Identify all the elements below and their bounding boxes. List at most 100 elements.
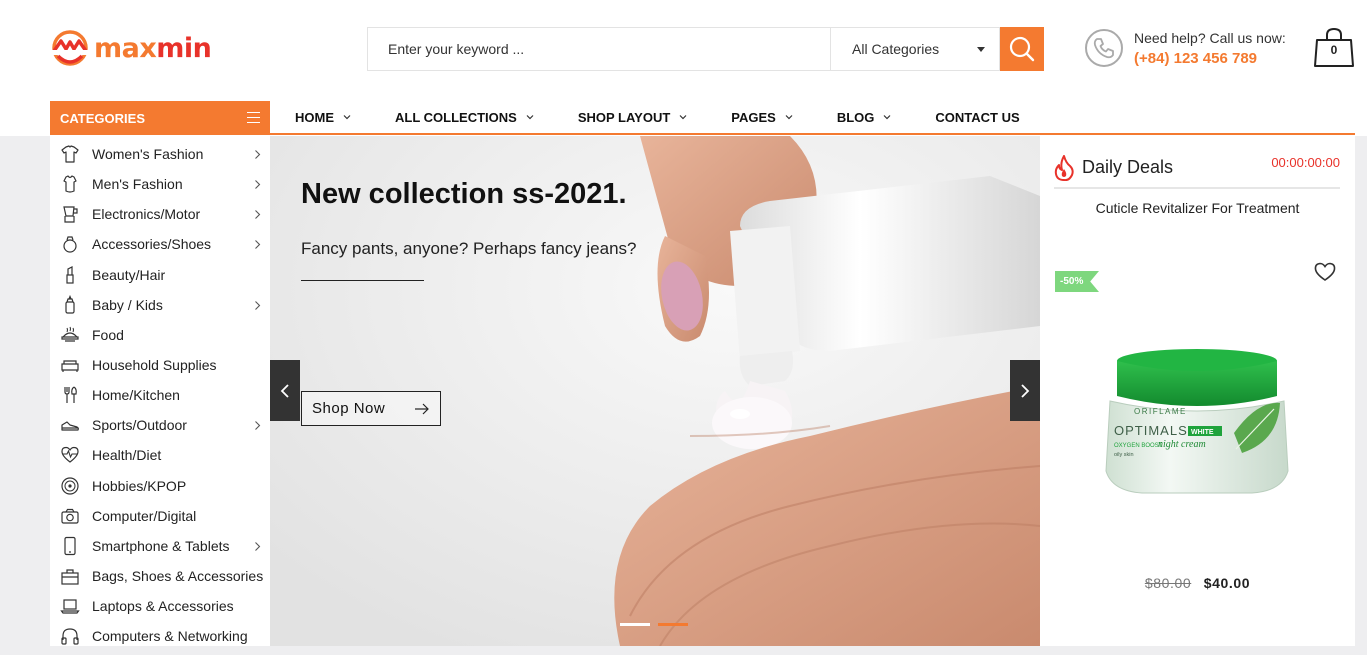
search-button[interactable] xyxy=(1000,27,1044,71)
slider-dots xyxy=(620,623,696,626)
help-phone-number[interactable]: (+84) 123 456 789 xyxy=(1134,50,1286,67)
slider-dot[interactable] xyxy=(620,623,650,626)
sidebar-item-household-supplies[interactable]: Household Supplies xyxy=(50,350,270,380)
categories-heading: CATEGORIES xyxy=(60,110,145,126)
heart-icon[interactable] xyxy=(1314,262,1336,282)
chevron-right-icon xyxy=(255,150,261,159)
logo[interactable]: maxmin xyxy=(50,28,212,68)
nav-item-contact-us[interactable]: CONTACT US xyxy=(935,110,1019,125)
chevron-down-icon xyxy=(526,114,534,119)
chevron-down-icon xyxy=(883,114,891,119)
sidebar-item-accessories-shoes[interactable]: Accessories/Shoes xyxy=(50,229,270,259)
sidebar-item-computer-digital[interactable]: Computer/Digital xyxy=(50,501,270,531)
nav-item-pages[interactable]: PAGES xyxy=(731,110,793,125)
sidebar-item-label: Women's Fashion xyxy=(92,146,204,163)
nav-item-label: ALL COLLECTIONS xyxy=(395,109,517,125)
nav-item-label: HOME xyxy=(295,109,334,125)
jar-skin-label: oily skin xyxy=(1114,452,1134,458)
tshirt-icon xyxy=(60,174,80,194)
fire-icon xyxy=(1054,154,1074,181)
sidebar-item-bags-shoes-accessories[interactable]: Bags, Shoes & Accessories xyxy=(50,561,270,591)
logo-mark-icon xyxy=(52,30,88,66)
chevron-right-icon xyxy=(255,300,261,310)
sidebar-item-electronics-motor[interactable]: Electronics/Motor xyxy=(50,199,270,229)
caret-down-icon xyxy=(977,47,985,52)
deal-product-name[interactable]: Cuticle Revitalizer For Treatment xyxy=(1040,200,1355,216)
jar-brand-label: ORIFLAME xyxy=(1134,407,1187,416)
sidebar-item-health-diet[interactable]: Health/Diet xyxy=(50,440,270,470)
sidebar-item-label: Hobbies/KPOP xyxy=(92,477,187,494)
sidebar-item-laptops-accessories[interactable]: Laptops & Accessories xyxy=(50,591,270,621)
sidebar-item-label: Sports/Outdoor xyxy=(92,417,187,434)
discount-badge: -50% xyxy=(1055,271,1099,292)
nav-item-label: CONTACT US xyxy=(935,109,1020,125)
sidebar-item-label: Health/Diet xyxy=(92,447,162,464)
jar-tag-label: WHITE xyxy=(1191,429,1214,436)
sidebar-item-label: Men's Fashion xyxy=(92,176,183,193)
hero-slider: New collection ss-2021. Fancy pants, any… xyxy=(270,136,1040,646)
sidebar-item-computers-networking[interactable]: Computers & Networking xyxy=(50,621,270,646)
category-sidebar: Women's Fashion Men's Fashion Electronics/… xyxy=(50,136,270,646)
chevron-right-icon xyxy=(255,180,261,190)
sidebar-item-label: Electronics/Motor xyxy=(92,206,201,223)
jar-product-label: night cream xyxy=(1158,439,1206,450)
nav-item-home[interactable]: HOME xyxy=(295,110,351,125)
chevron-right-icon xyxy=(255,240,261,250)
nav-item-blog[interactable]: BLOG xyxy=(837,110,892,125)
ring-icon xyxy=(60,234,80,254)
jar-line-label: OPTIMALS xyxy=(1114,423,1188,438)
cutlery-icon xyxy=(60,385,80,405)
jar-sub-label: OXYGEN BOOST xyxy=(1114,443,1163,449)
sidebar-item-women-s-fashion[interactable]: Women's Fashion xyxy=(50,139,270,169)
food-tray-icon xyxy=(60,325,80,345)
help-contact: Need help? Call us now: (+84) 123 456 78… xyxy=(1084,28,1286,68)
camera-icon xyxy=(60,506,80,526)
deal-prices: $80.00 $40.00 xyxy=(1040,575,1355,591)
sidebar-item-label: Smartphone & Tablets xyxy=(92,537,230,554)
nav-item-shop-layout[interactable]: SHOP LAYOUT xyxy=(578,110,687,125)
nav-item-label: BLOG xyxy=(836,109,875,125)
sofa-icon xyxy=(60,355,80,375)
sidebar-item-home-kitchen[interactable]: Home/Kitchen xyxy=(50,380,270,410)
shop-now-button[interactable]: Shop Now xyxy=(301,391,441,426)
slider-dot[interactable] xyxy=(658,623,688,626)
vinyl-icon xyxy=(60,476,80,496)
logo-text: maxmin xyxy=(94,32,212,64)
search-input[interactable] xyxy=(367,27,830,71)
bag-icon xyxy=(60,566,80,586)
heart-pulse-icon xyxy=(60,445,80,465)
nav-item-all-collections[interactable]: ALL COLLECTIONS xyxy=(395,110,534,125)
sneaker-icon xyxy=(60,415,80,435)
headphones-icon xyxy=(60,626,80,646)
lipstick-icon xyxy=(60,265,80,285)
sidebar-item-baby-kids[interactable]: Baby / Kids xyxy=(50,290,270,320)
cart-count: 0 xyxy=(1330,43,1338,57)
sidebar-item-men-s-fashion[interactable]: Men's Fashion xyxy=(50,169,270,199)
sidebar-item-label: Baby / Kids xyxy=(92,296,163,313)
slider-next-button[interactable] xyxy=(1010,360,1040,421)
slider-prev-button[interactable] xyxy=(270,360,300,421)
category-select[interactable]: All Categories xyxy=(830,27,1000,71)
sidebar-item-food[interactable]: Food xyxy=(50,320,270,350)
help-label: Need help? Call us now: xyxy=(1134,30,1286,46)
categories-toggle[interactable]: CATEGORIES xyxy=(50,101,270,135)
daily-deals-panel: Daily Deals 00:00:00:00 Cuticle Revitali… xyxy=(1040,136,1355,646)
chevron-down-icon xyxy=(343,114,351,119)
hero-subtitle: Fancy pants, anyone? Perhaps fancy jeans… xyxy=(301,239,637,258)
product-image[interactable]: ORIFLAME OPTIMALS WHITE OXYGEN BOOST nig… xyxy=(1102,341,1292,521)
cart-button[interactable]: 0 xyxy=(1313,26,1355,68)
sidebar-item-beauty-hair[interactable]: Beauty/Hair xyxy=(50,260,270,290)
sidebar-item-label: Computer/Digital xyxy=(92,507,197,524)
main-nav: HOME ALL COLLECTIONS SHOP LAYOUT PAGES BLOG C… xyxy=(270,101,1355,135)
deal-countdown: 00:00:00:00 xyxy=(1271,155,1340,170)
phone-icon xyxy=(1085,29,1123,67)
hamburger-icon xyxy=(247,112,260,123)
category-select-value: All Categories xyxy=(852,41,940,57)
blender-icon xyxy=(60,204,80,224)
sidebar-item-sports-outdoor[interactable]: Sports/Outdoor xyxy=(50,410,270,440)
sidebar-item-hobbies-kpop[interactable]: Hobbies/KPOP xyxy=(50,471,270,501)
daily-deals-title: Daily Deals xyxy=(1082,157,1174,177)
sidebar-item-label: Bags, Shoes & Accessories xyxy=(92,568,264,585)
shirt-icon xyxy=(60,144,80,164)
sidebar-item-smartphone-tablets[interactable]: Smartphone & Tablets xyxy=(50,531,270,561)
